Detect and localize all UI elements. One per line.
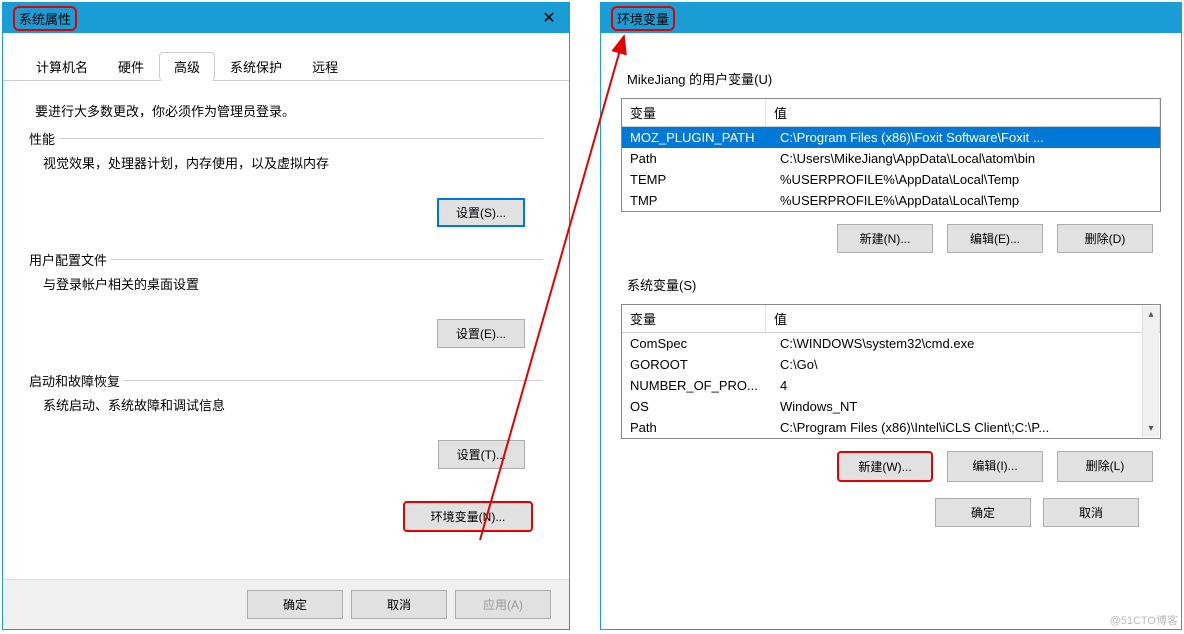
- close-icon[interactable]: ✕: [529, 3, 569, 33]
- sys-delete-button[interactable]: 删除(L): [1057, 451, 1153, 482]
- group-desc-performance: 视觉效果，处理器计划，内存使用，以及虚拟内存: [43, 153, 535, 172]
- group-title-startup: 启动和故障恢复: [29, 371, 124, 390]
- table-row[interactable]: MOZ_PLUGIN_PATHC:\Program Files (x86)\Fo…: [622, 127, 1160, 148]
- sys-vars-table[interactable]: 变量 值 ComSpecC:\WINDOWS\system32\cmd.exeG…: [621, 304, 1161, 439]
- var-value: Windows_NT: [772, 398, 1160, 415]
- dialog-body: MikeJiang 的用户变量(U) 变量 值 MOZ_PLUGIN_PATHC…: [601, 33, 1181, 557]
- window-title: 环境变量: [611, 6, 675, 31]
- var-name: Path: [622, 150, 772, 167]
- ok-button[interactable]: 确定: [935, 498, 1031, 527]
- user-var-buttons: 新建(N)... 编辑(E)... 删除(D): [621, 224, 1161, 253]
- group-desc-profile: 与登录帐户相关的桌面设置: [43, 274, 535, 293]
- settings-performance-button[interactable]: 设置(S)...: [437, 198, 525, 227]
- group-desc-startup: 系统启动、系统故障和调试信息: [43, 395, 535, 414]
- user-vars-table[interactable]: 变量 值 MOZ_PLUGIN_PATHC:\Program Files (x8…: [621, 98, 1161, 212]
- tab-system-protection[interactable]: 系统保护: [215, 52, 297, 81]
- tab-remote[interactable]: 远程: [297, 52, 353, 81]
- sys-new-button[interactable]: 新建(W)...: [837, 451, 933, 482]
- sys-edit-button[interactable]: 编辑(I)...: [947, 451, 1043, 482]
- cancel-button[interactable]: 取消: [351, 590, 447, 619]
- var-value: C:\Program Files (x86)\Foxit Software\Fo…: [772, 129, 1160, 146]
- column-value[interactable]: 值: [766, 305, 1160, 332]
- var-value: %USERPROFILE%\AppData\Local\Temp: [772, 192, 1160, 209]
- cancel-button[interactable]: 取消: [1043, 498, 1139, 527]
- group-title-profile: 用户配置文件: [29, 250, 111, 269]
- settings-startup-button[interactable]: 设置(T)...: [438, 440, 525, 469]
- var-value: C:\Program Files (x86)\Intel\iCLS Client…: [772, 419, 1160, 436]
- user-edit-button[interactable]: 编辑(E)...: [947, 224, 1043, 253]
- settings-profile-button[interactable]: 设置(E)...: [437, 319, 525, 348]
- table-row[interactable]: GOROOTC:\Go\: [622, 354, 1160, 375]
- user-new-button[interactable]: 新建(N)...: [837, 224, 933, 253]
- group-startup-recovery: 启动和故障恢复 系统启动、系统故障和调试信息 设置(T)...: [29, 380, 543, 487]
- tab-body: 要进行大多数更改，你必须作为管理员登录。 性能 视觉效果，处理器计划，内存使用，…: [3, 81, 569, 546]
- user-delete-button[interactable]: 删除(D): [1057, 224, 1153, 253]
- watermark: @51CTO博客: [1110, 612, 1178, 628]
- var-name: TMP: [622, 192, 772, 209]
- ok-button[interactable]: 确定: [247, 590, 343, 619]
- var-name: TEMP: [622, 171, 772, 188]
- var-name: MOZ_PLUGIN_PATH: [622, 129, 772, 146]
- tab-computer-name[interactable]: 计算机名: [21, 52, 103, 81]
- column-value[interactable]: 值: [766, 99, 1160, 126]
- sys-var-buttons: 新建(W)... 编辑(I)... 删除(L): [621, 451, 1161, 482]
- scrollbar[interactable]: ▴ ▾: [1142, 306, 1159, 437]
- table-row[interactable]: TMP%USERPROFILE%\AppData\Local\Temp: [622, 190, 1160, 211]
- var-value: C:\Go\: [772, 356, 1160, 373]
- titlebar[interactable]: 系统属性 ✕: [3, 3, 569, 33]
- dialog-buttons: 确定 取消 应用(A): [3, 579, 569, 629]
- admin-note: 要进行大多数更改，你必须作为管理员登录。: [35, 101, 543, 120]
- table-row[interactable]: OSWindows_NT: [622, 396, 1160, 417]
- table-row[interactable]: ComSpecC:\WINDOWS\system32\cmd.exe: [622, 333, 1160, 354]
- window-title: 系统属性: [13, 6, 77, 31]
- var-value: 4: [772, 377, 1160, 394]
- apply-button[interactable]: 应用(A): [455, 590, 551, 619]
- var-name: ComSpec: [622, 335, 772, 352]
- table-header: 变量 值: [622, 99, 1160, 127]
- group-title-performance: 性能: [29, 129, 59, 148]
- var-name: OS: [622, 398, 772, 415]
- sys-vars-label: 系统变量(S): [627, 275, 1161, 294]
- group-user-profile: 用户配置文件 与登录帐户相关的桌面设置 设置(E)...: [29, 259, 543, 366]
- var-value: C:\Users\MikeJiang\AppData\Local\atom\bi…: [772, 150, 1160, 167]
- column-variable[interactable]: 变量: [622, 305, 766, 332]
- environment-variables-button[interactable]: 环境变量(N)...: [403, 501, 533, 532]
- var-value: %USERPROFILE%\AppData\Local\Temp: [772, 171, 1160, 188]
- tab-row: 计算机名 硬件 高级 系统保护 远程: [3, 33, 569, 81]
- titlebar[interactable]: 环境变量: [601, 3, 1181, 33]
- scroll-down-icon[interactable]: ▾: [1143, 420, 1159, 437]
- table-header: 变量 值: [622, 305, 1160, 333]
- scroll-up-icon[interactable]: ▴: [1143, 306, 1159, 323]
- user-vars-label: MikeJiang 的用户变量(U): [627, 69, 1161, 88]
- column-variable[interactable]: 变量: [622, 99, 766, 126]
- table-row[interactable]: PathC:\Users\MikeJiang\AppData\Local\ato…: [622, 148, 1160, 169]
- tab-advanced[interactable]: 高级: [159, 52, 215, 81]
- table-row[interactable]: NUMBER_OF_PRO...4: [622, 375, 1160, 396]
- tab-hardware[interactable]: 硬件: [103, 52, 159, 81]
- system-properties-window: 系统属性 ✕ 计算机名 硬件 高级 系统保护 远程 要进行大多数更改，你必须作为…: [2, 2, 570, 630]
- table-row[interactable]: TEMP%USERPROFILE%\AppData\Local\Temp: [622, 169, 1160, 190]
- dialog-buttons: 确定 取消: [621, 482, 1161, 543]
- var-name: NUMBER_OF_PRO...: [622, 377, 772, 394]
- var-value: C:\WINDOWS\system32\cmd.exe: [772, 335, 1160, 352]
- group-performance: 性能 视觉效果，处理器计划，内存使用，以及虚拟内存 设置(S)...: [29, 138, 543, 245]
- var-name: GOROOT: [622, 356, 772, 373]
- environment-variables-window: 环境变量 MikeJiang 的用户变量(U) 变量 值 MOZ_PLUGIN_…: [600, 2, 1182, 630]
- var-name: Path: [622, 419, 772, 436]
- table-row[interactable]: PathC:\Program Files (x86)\Intel\iCLS Cl…: [622, 417, 1160, 438]
